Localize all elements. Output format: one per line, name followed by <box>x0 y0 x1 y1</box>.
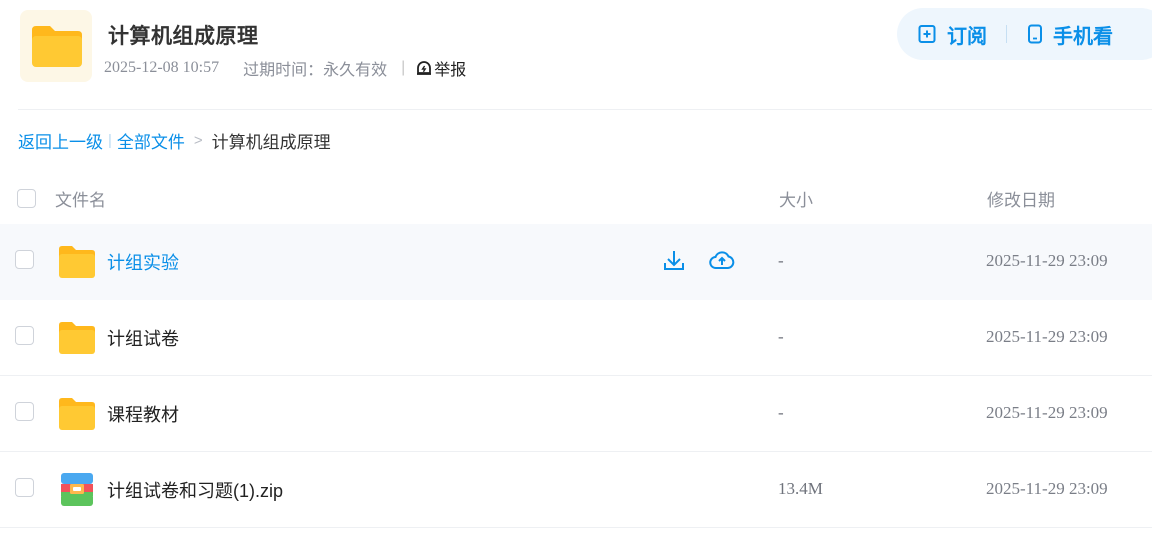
download-button[interactable] <box>660 247 688 275</box>
table-row[interactable]: 计组试卷 - 2025-11-29 23:09 <box>0 300 1152 376</box>
file-size: - <box>778 251 784 270</box>
file-name[interactable]: 课程教材 <box>107 401 179 427</box>
page-title: 计算机组成原理 <box>108 25 259 48</box>
file-size: - <box>778 327 784 346</box>
header-divider <box>18 109 1152 110</box>
phone-icon <box>1028 24 1042 44</box>
file-table-header: 文件名 大小 修改日期 <box>0 176 1152 220</box>
row-checkbox[interactable] <box>15 250 34 269</box>
action-divider <box>1006 25 1007 43</box>
select-all-checkbox[interactable] <box>17 189 36 208</box>
row-checkbox[interactable] <box>15 326 34 345</box>
table-row[interactable]: 计组实验 - 2025-11-29 23:09 <box>0 224 1152 300</box>
bookmark-add-icon <box>918 25 936 43</box>
mobile-view-label: 手机看 <box>1053 25 1113 48</box>
row-checkbox[interactable] <box>15 402 34 421</box>
file-date: 2025-11-29 23:09 <box>986 479 1108 498</box>
file-name[interactable]: 计组实验 <box>107 249 179 275</box>
share-header: 计算机组成原理 2025-12-08 10:57 过期时间：永久有效 | 举报 … <box>0 0 1152 110</box>
row-checkbox[interactable] <box>15 478 34 497</box>
file-date: 2025-11-29 23:09 <box>986 251 1108 270</box>
mobile-view-button[interactable]: 手机看 <box>1027 20 1113 49</box>
all-files-link[interactable]: 全部文件 <box>117 128 185 153</box>
folder-icon <box>58 244 96 280</box>
file-name[interactable]: 计组试卷和习题(1).zip <box>107 477 283 503</box>
subscribe-button[interactable]: 订阅 <box>917 20 987 49</box>
meta-divider: | <box>401 59 406 76</box>
expire-info: 过期时间：永久有效 <box>243 62 388 79</box>
file-size: - <box>778 403 784 422</box>
row-actions <box>660 247 756 275</box>
column-filename[interactable]: 文件名 <box>55 186 106 211</box>
report-label: 举报 <box>434 62 467 79</box>
zip-archive-icon <box>58 472 96 508</box>
folder-icon <box>20 10 92 82</box>
subscribe-label: 订阅 <box>947 25 987 48</box>
breadcrumb-divider: | <box>108 131 112 149</box>
table-row[interactable]: 课程教材 - 2025-11-29 23:09 <box>0 376 1152 452</box>
breadcrumb-separator: > <box>193 131 203 149</box>
folder-icon <box>58 396 96 432</box>
column-modified[interactable]: 修改日期 <box>987 186 1055 211</box>
file-name[interactable]: 计组试卷 <box>107 325 179 351</box>
file-date: 2025-11-29 23:09 <box>986 403 1108 422</box>
back-link[interactable]: 返回上一级 <box>18 128 103 153</box>
share-meta: 2025-12-08 10:57 过期时间：永久有效 | 举报 <box>104 57 466 79</box>
report-button[interactable]: 举报 <box>415 56 466 80</box>
alarm-icon <box>417 61 432 75</box>
cloud-save-icon <box>709 251 735 269</box>
folder-icon <box>58 320 96 356</box>
share-action-bar: 订阅 手机看 <box>897 8 1152 60</box>
breadcrumb-current: 计算机组成原理 <box>211 132 331 152</box>
download-icon <box>664 251 684 270</box>
breadcrumb: 返回上一级 | 全部文件 > 计算机组成原理 <box>18 128 331 152</box>
table-row[interactable]: 计组试卷和习题(1).zip 13.4M 2025-11-29 23:09 <box>0 452 1152 528</box>
share-date: 2025-12-08 10:57 <box>104 59 220 76</box>
save-to-cloud-button[interactable] <box>708 247 736 275</box>
column-size[interactable]: 大小 <box>779 186 813 211</box>
file-size: 13.4M <box>778 479 823 498</box>
file-date: 2025-11-29 23:09 <box>986 327 1108 346</box>
